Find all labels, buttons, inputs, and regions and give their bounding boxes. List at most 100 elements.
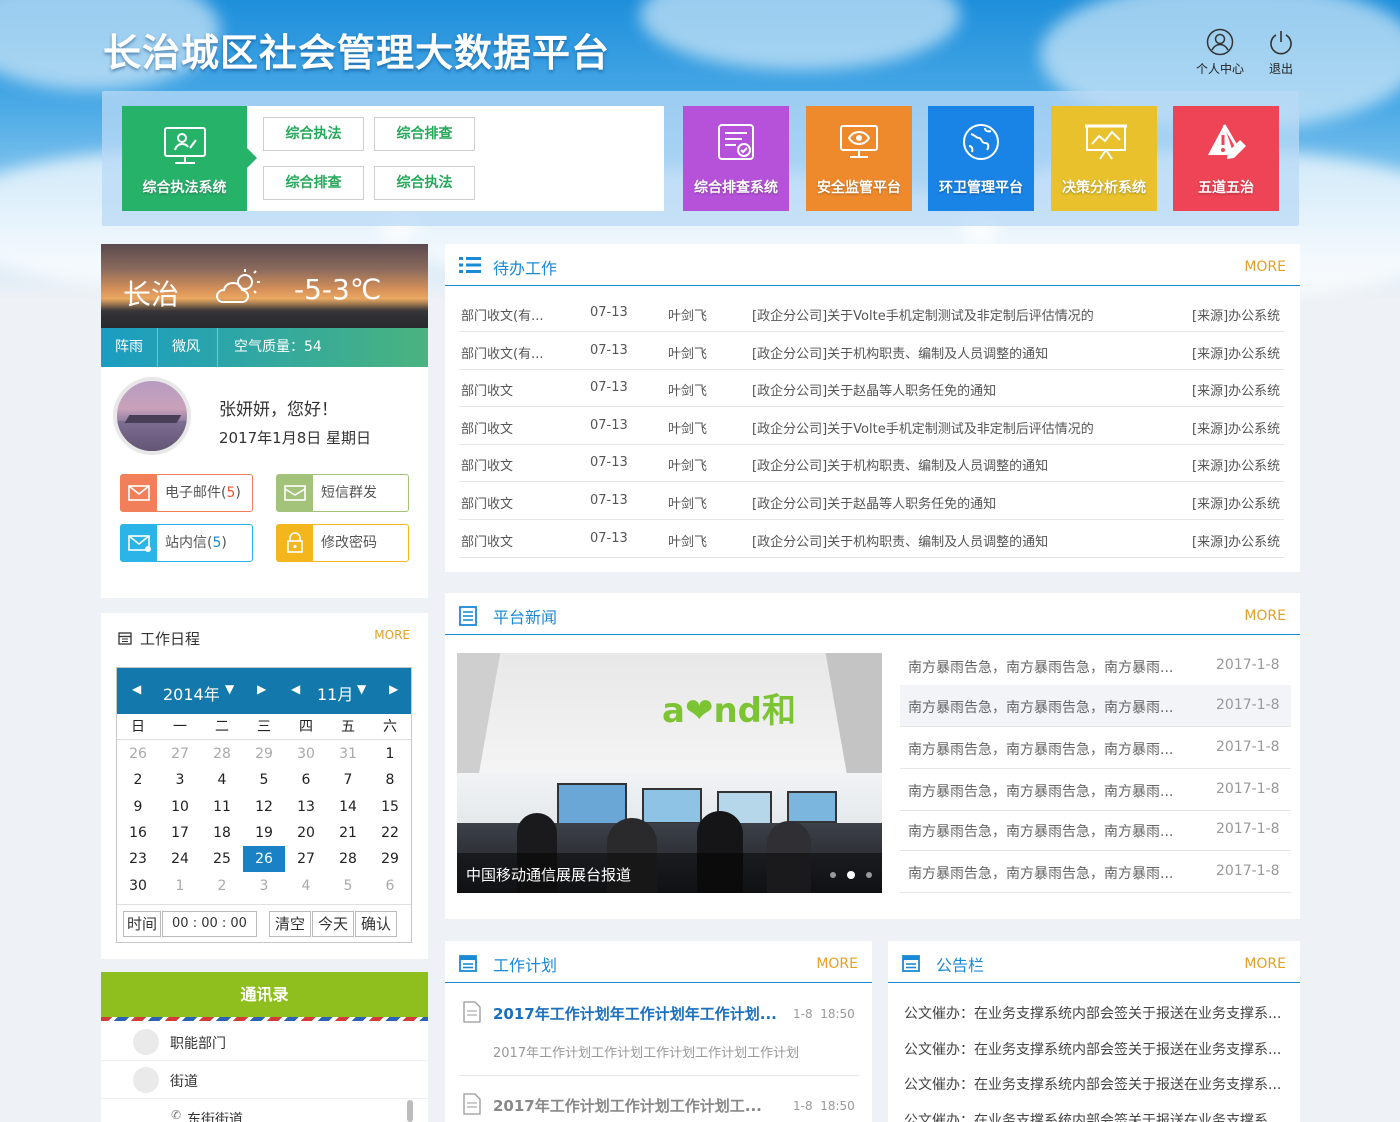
calendar-day[interactable]: 22 bbox=[369, 820, 411, 846]
next-year-button[interactable]: ▶ bbox=[257, 682, 266, 696]
tile-inspection-system[interactable]: 综合排查系统 bbox=[683, 106, 789, 211]
email-button[interactable]: 电子邮件(5) bbox=[120, 474, 253, 512]
todo-row[interactable]: 部门收文(有... 07-13 叶剑飞 [政企分公司]关于机构职责、编制及人员调整的通… bbox=[459, 332, 1284, 370]
todo-row[interactable]: 部门收文 07-13 叶剑飞 [政企分公司]关于机构职责、编制及人员调整的通知 [来源]… bbox=[459, 444, 1284, 483]
prev-year-button[interactable]: ◀ bbox=[132, 682, 141, 696]
calendar-day[interactable]: 2 bbox=[201, 873, 243, 899]
calendar-day[interactable]: 7 bbox=[327, 767, 369, 793]
calendar-day[interactable]: 29 bbox=[369, 846, 411, 872]
carousel-dot[interactable] bbox=[866, 872, 872, 878]
todo-row[interactable]: 部门收文 07-13 叶剑飞 [政企分公司]关于Volte手机定制测试及非定制后评估情… bbox=[459, 407, 1284, 445]
calendar-day[interactable]: 11 bbox=[201, 794, 243, 820]
plan-item[interactable]: 2017年工作计划年工作计划年工作计划... 1-8 18:50 2017年工作… bbox=[459, 992, 859, 1076]
calendar-day[interactable]: 14 bbox=[327, 794, 369, 820]
calendar-day[interactable]: 24 bbox=[159, 846, 201, 872]
todo-row[interactable]: 部门收文 07-13 叶剑飞 [政企分公司]关于赵晶等人职务任免的通知 [来源]办公系统 bbox=[459, 369, 1284, 408]
calendar-day[interactable]: 16 bbox=[117, 820, 159, 846]
avatar[interactable] bbox=[113, 377, 191, 455]
news-item[interactable]: 南方暴雨告急，南方暴雨告急，南方暴雨... 2017-1-8 bbox=[900, 685, 1291, 727]
tile-sanitation-platform[interactable]: 环卫管理平台 bbox=[928, 106, 1034, 211]
calendar-day[interactable]: 5 bbox=[327, 873, 369, 899]
calendar-day[interactable]: 27 bbox=[285, 846, 327, 872]
calendar-day[interactable]: 6 bbox=[285, 767, 327, 793]
calendar-day[interactable]: 8 bbox=[369, 767, 411, 793]
bulletin-item[interactable]: 公文催办：在业务支撑系统内部会签关于报送在业务支撑系... bbox=[904, 1110, 1284, 1122]
bulletin-item[interactable]: 公文催办：在业务支撑系统内部会签关于报送在业务支撑系... bbox=[904, 1074, 1284, 1110]
today-button[interactable]: 今天 bbox=[312, 911, 354, 937]
calendar-day[interactable]: 31 bbox=[327, 741, 369, 767]
calendar-day[interactable]: 30 bbox=[285, 741, 327, 767]
clear-button[interactable]: 清空 bbox=[269, 911, 311, 937]
calendar-day[interactable]: 13 bbox=[285, 794, 327, 820]
plan-more-link[interactable]: MORE bbox=[816, 956, 858, 972]
calendar-day[interactable]: 4 bbox=[285, 873, 327, 899]
calendar-day[interactable]: 23 bbox=[117, 846, 159, 872]
sms-button[interactable]: 短信群发 bbox=[276, 474, 409, 512]
calendar-day[interactable]: 26 bbox=[117, 741, 159, 767]
calendar-day[interactable]: 9 bbox=[117, 794, 159, 820]
calendar-day[interactable]: 28 bbox=[327, 846, 369, 872]
calendar-day[interactable]: 4 bbox=[201, 767, 243, 793]
calendar-day[interactable]: 6 bbox=[369, 873, 411, 899]
news-item[interactable]: 南方暴雨告急，南方暴雨告急，南方暴雨... 2017-1-8 bbox=[900, 769, 1291, 811]
calendar-day[interactable]: 30 bbox=[117, 873, 159, 899]
calendar-day[interactable]: 3 bbox=[243, 873, 285, 899]
calendar-day[interactable]: 19 bbox=[243, 820, 285, 846]
tile-safety-platform[interactable]: 安全监管平台 bbox=[806, 106, 912, 211]
todo-more-link[interactable]: MORE bbox=[1244, 259, 1286, 275]
calendar-day[interactable]: 1 bbox=[369, 741, 411, 767]
carousel-dot[interactable] bbox=[847, 871, 855, 879]
change-password-button[interactable]: 修改密码 bbox=[276, 524, 409, 562]
todo-row[interactable]: 部门收文 07-13 叶剑飞 [政企分公司]关于赵晶等人职务任免的通知 [来源]办公系统 bbox=[459, 482, 1284, 520]
sub-link[interactable]: 综合执法 bbox=[263, 117, 364, 151]
contact-group[interactable]: 街道 bbox=[101, 1061, 428, 1099]
calendar-day[interactable]: 12 bbox=[243, 794, 285, 820]
time-input[interactable]: 00 : 00 : 00 bbox=[162, 911, 257, 937]
calendar-day[interactable]: 2 bbox=[117, 767, 159, 793]
todo-row[interactable]: 部门收文(有... 07-13 叶剑飞 [政企分公司]关于Volte手机定制测试及非定… bbox=[459, 294, 1284, 332]
calendar-day[interactable]: 18 bbox=[201, 820, 243, 846]
inbox-button[interactable]: 站内信(5) bbox=[120, 524, 253, 562]
schedule-more-link[interactable]: MORE bbox=[374, 628, 410, 642]
calendar-day[interactable]: 29 bbox=[243, 741, 285, 767]
sub-link[interactable]: 综合排查 bbox=[263, 166, 364, 200]
confirm-button[interactable]: 确认 bbox=[355, 911, 397, 937]
contact-group[interactable]: 职能部门 bbox=[101, 1023, 428, 1061]
calendar-day[interactable]: 26 bbox=[243, 846, 285, 873]
main-system-tile[interactable]: 综合执法系统 bbox=[122, 106, 257, 211]
calendar-day[interactable]: 5 bbox=[243, 767, 285, 793]
month-dropdown-icon[interactable]: ▼ bbox=[357, 682, 366, 696]
news-item[interactable]: 南方暴雨告急，南方暴雨告急，南方暴雨... 2017-1-8 bbox=[900, 809, 1291, 851]
bulletin-item[interactable]: 公文催办：在业务支撑系统内部会签关于报送在业务支撑系... bbox=[904, 1039, 1284, 1075]
calendar-day[interactable]: 27 bbox=[159, 741, 201, 767]
user-center-button[interactable]: 个人中心 bbox=[1190, 28, 1250, 77]
news-item[interactable]: 南方暴雨告急，南方暴雨告急，南方暴雨... 2017-1-8 bbox=[900, 851, 1291, 893]
calendar-day[interactable]: 25 bbox=[201, 846, 243, 872]
tile-wudao-wuzhi[interactable]: 五道五治 bbox=[1173, 106, 1279, 211]
todo-row[interactable]: 部门收文 07-13 叶剑飞 [政企分公司]关于机构职责、编制及人员调整的通知 [来源]… bbox=[459, 520, 1284, 558]
bulletin-more-link[interactable]: MORE bbox=[1244, 956, 1286, 972]
carousel-dot[interactable] bbox=[830, 872, 836, 878]
news-item[interactable]: 南方暴雨告急，南方暴雨告急，南方暴雨... 2017-1-8 bbox=[900, 645, 1291, 687]
bulletin-item[interactable]: 公文催办：在业务支撑系统内部会签关于报送在业务支撑系... bbox=[904, 1003, 1284, 1039]
news-more-link[interactable]: MORE bbox=[1244, 608, 1286, 624]
news-carousel[interactable]: a❤nd和 中国移动通信展展台报道 bbox=[457, 653, 882, 893]
calendar-day[interactable]: 28 bbox=[201, 741, 243, 767]
next-month-button[interactable]: ▶ bbox=[389, 682, 398, 696]
plan-item-title[interactable]: 2017年工作计划工作计划工作计划工... bbox=[493, 1095, 762, 1116]
calendar-day[interactable]: 15 bbox=[369, 794, 411, 820]
prev-month-button[interactable]: ◀ bbox=[291, 682, 300, 696]
year-dropdown-icon[interactable]: ▼ bbox=[225, 682, 234, 696]
sub-link[interactable]: 综合执法 bbox=[374, 166, 475, 200]
calendar-day[interactable]: 21 bbox=[327, 820, 369, 846]
plan-item-title[interactable]: 2017年工作计划年工作计划年工作计划... bbox=[493, 1003, 777, 1024]
scrollbar[interactable] bbox=[407, 1100, 413, 1122]
tile-decision-system[interactable]: 决策分析系统 bbox=[1051, 106, 1157, 211]
calendar-day[interactable]: 3 bbox=[159, 767, 201, 793]
contact-item[interactable]: ✆ 东街街道 bbox=[101, 1099, 428, 1122]
calendar-day[interactable]: 20 bbox=[285, 820, 327, 846]
plan-item[interactable]: 2017年工作计划工作计划工作计划工... 1-8 18:50 bbox=[459, 1084, 859, 1122]
calendar-day[interactable]: 17 bbox=[159, 820, 201, 846]
calendar-day[interactable]: 1 bbox=[159, 873, 201, 899]
sub-link[interactable]: 综合排查 bbox=[374, 117, 475, 151]
